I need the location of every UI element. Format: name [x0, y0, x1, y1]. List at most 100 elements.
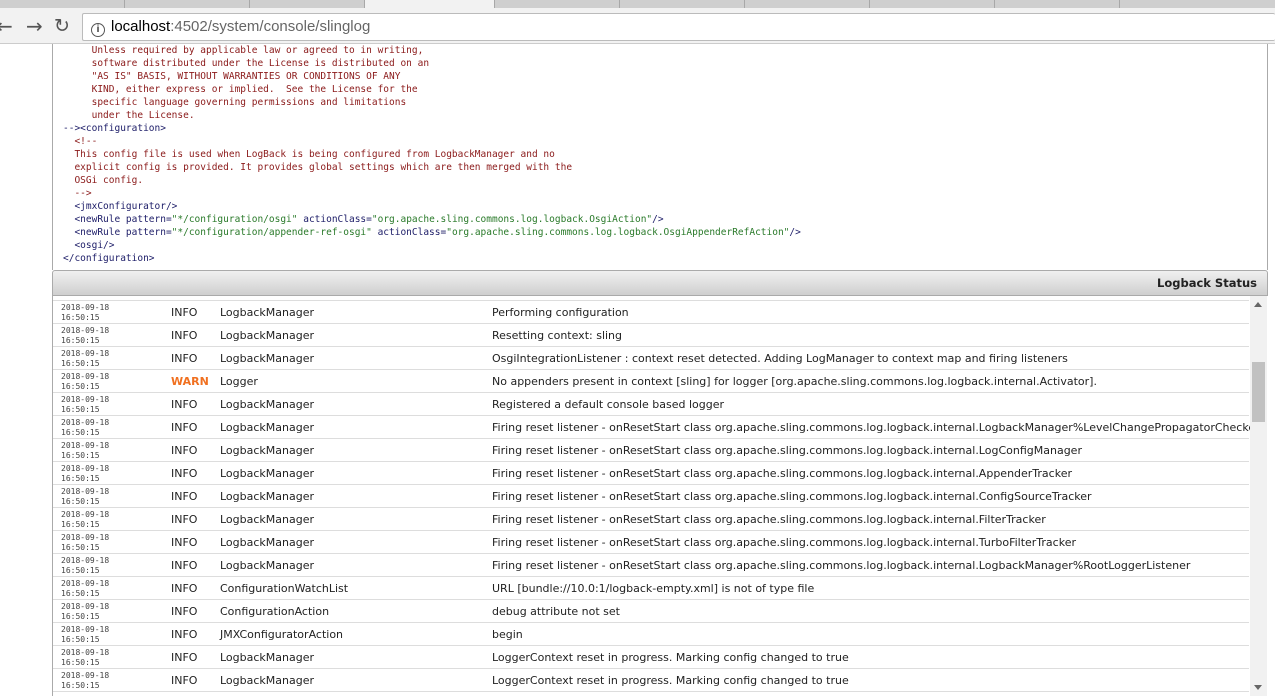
browser-tab[interactable]: [620, 0, 745, 8]
log-logger: LogbackManager: [220, 674, 315, 687]
forward-icon[interactable]: →: [26, 14, 43, 38]
log-row: 2018-09-18 16:50:15 INFO ConfigurationAct…: [53, 600, 1249, 623]
log-time: 16:50:15: [61, 296, 100, 297]
log-row: 2018-09-18 16:50:15 INFO LogbackManager P…: [53, 301, 1249, 324]
config-line: <jmxConfigurator/>: [63, 200, 1267, 213]
log-row: 2018-09-18 16:50:15 INFO LogbackManager F…: [53, 439, 1249, 462]
config-line: </configuration>: [63, 252, 1267, 265]
log-level: INFO: [171, 651, 198, 664]
log-date: 2018-09-18: [61, 418, 110, 427]
log-date: 2018-09-18: [61, 602, 110, 611]
config-line: "AS IS" BASIS, WITHOUT WARRANTIES OR CON…: [63, 70, 1267, 83]
scroll-down-icon[interactable]: [1254, 685, 1262, 690]
log-message: Firing reset listener - onResetStart cla…: [492, 490, 1092, 503]
logback-status-header: Logback Status: [52, 270, 1268, 296]
log-date: 2018-09-18: [61, 372, 110, 381]
browser-tab[interactable]: [745, 0, 870, 8]
log-row: 2018-09-18 16:50:15 INFO LogbackManager L…: [53, 646, 1249, 669]
logback-status-title: Logback Status: [1157, 276, 1257, 290]
log-logger: LogbackManager: [220, 536, 315, 549]
logback-config-xml: Unless required by applicable law or agr…: [52, 44, 1268, 270]
log-logger: LogbackManager: [220, 467, 315, 480]
log-level: INFO: [171, 605, 198, 618]
reload-icon[interactable]: ↻: [54, 14, 70, 38]
log-timestamp: 2018-09-18 16:50:15: [61, 556, 109, 575]
config-line: <!--: [63, 135, 1267, 148]
config-line: -->: [63, 187, 1267, 200]
log-logger: JMXConfiguratorAction: [220, 628, 344, 641]
log-logger: LogbackManager: [220, 329, 315, 342]
log-row: 2018-09-18 16:50:15 INFO LogbackManager R…: [53, 324, 1249, 347]
log-date: 2018-09-18: [61, 395, 110, 404]
log-level: INFO: [171, 628, 198, 641]
log-date: 2018-09-18: [61, 303, 110, 312]
browser-tab[interactable]: [995, 0, 1120, 8]
log-timestamp: 2018-09-18 16:50:15: [61, 579, 109, 598]
log-level: INFO: [171, 329, 198, 342]
log-row: 2018-09-18 16:50:15 INFO LogbackManager F…: [53, 485, 1249, 508]
log-message: LoggerContext reset in progress. Marking…: [492, 651, 849, 664]
log-date: 2018-09-18: [61, 533, 110, 542]
log-message: OsgiIntegrationListener : context reset …: [492, 352, 1068, 365]
url-host: localhost: [111, 18, 171, 35]
log-row: 2018-09-18 16:50:15 INFO LogbackManager R…: [53, 393, 1249, 416]
browser-tab[interactable]: [870, 0, 995, 8]
log-time: 16:50:15: [61, 496, 100, 506]
config-line-text: <osgi/>: [63, 240, 115, 251]
config-line: explicit config is provided. It provides…: [63, 161, 1267, 174]
log-logger: LogbackManager: [220, 490, 315, 503]
back-icon[interactable]: ←: [0, 14, 13, 38]
log-timestamp: 2018-09-18 16:50:15: [61, 671, 109, 690]
log-date: 2018-09-18: [61, 671, 110, 680]
log-message: Resetting context: sling: [492, 329, 623, 342]
log-logger: LogbackManager: [220, 513, 315, 526]
config-line-text: OSGi config.: [63, 175, 144, 186]
log-logger: LogbackManager: [220, 306, 315, 319]
info-icon[interactable]: i: [91, 23, 105, 37]
browser-tab[interactable]: [250, 0, 365, 8]
log-row: 2018-09-18 16:50:15 WARN Logger No append…: [53, 370, 1249, 393]
scroll-up-icon[interactable]: [1254, 302, 1262, 307]
config-line-text: <newRule pattern="*/configuration/osgi" …: [63, 214, 664, 225]
log-timestamp: 2018-09-18 16:50:15: [61, 602, 109, 621]
browser-tab[interactable]: [125, 0, 250, 8]
log-time: 16:50:15: [61, 381, 100, 391]
log-logger: ConfigurationWatchList: [220, 582, 349, 595]
log-row: 2018-09-18 16:50:15 INFO LogbackManager F…: [53, 416, 1260, 439]
log-date: 2018-09-18: [61, 579, 110, 588]
config-line-text: explicit config is provided. It provides…: [63, 162, 573, 173]
log-timestamp: 2018-09-18 16:50:15: [61, 303, 109, 322]
log-row: 2018-09-18 16:50:15 INFO LogbackManager F…: [53, 462, 1249, 485]
log-row: 2018-09-18 16:50:15 INFO LogbackManager F…: [53, 508, 1249, 531]
log-date: 2018-09-18: [61, 510, 110, 519]
browser-tab-active[interactable]: [365, 0, 495, 8]
log-row: 2018-09-18 16:50:15 INFO LogbackManager F…: [53, 554, 1249, 577]
browser-tab[interactable]: [495, 0, 620, 8]
log-time: 16:50:15: [61, 312, 100, 322]
log-level: INFO: [171, 674, 198, 687]
scrollbar[interactable]: [1250, 296, 1267, 696]
log-time: 16:50:15: [61, 473, 100, 483]
log-level: INFO: [171, 536, 198, 549]
config-line: specific language governing permissions …: [63, 96, 1267, 109]
url-path: :4502/system/console/slinglog: [170, 18, 371, 35]
config-line-text: -->: [63, 188, 92, 199]
address-bar[interactable]: i localhost:4502/system/console/slinglog: [82, 13, 1275, 41]
config-line: under the License.: [63, 109, 1267, 122]
log-timestamp: 2018-09-18 16:50:15: [61, 395, 109, 414]
log-time: 16:50:15: [61, 450, 100, 460]
log-message: Firing reset listener - onResetStart cla…: [492, 513, 1046, 526]
log-date: 2018-09-18: [61, 487, 110, 496]
scrollbar-thumb[interactable]: [1252, 362, 1265, 422]
browser-tab[interactable]: [0, 0, 125, 8]
log-level: INFO: [171, 421, 198, 434]
log-logger: LogbackManager: [220, 444, 315, 457]
log-logger: LogbackManager: [220, 559, 315, 572]
log-logger: LogbackManager: [220, 398, 315, 411]
log-timestamp: 2018-09-18 16:50:15: [61, 487, 109, 506]
config-line-text: under the License.: [63, 110, 195, 121]
config-line: Unless required by applicable law or agr…: [63, 44, 1267, 57]
log-timestamp: 2018-09-18 16:50:15: [61, 464, 109, 483]
config-line: KIND, either express or implied. See the…: [63, 83, 1267, 96]
config-line-text: KIND, either express or implied. See the…: [63, 84, 418, 95]
